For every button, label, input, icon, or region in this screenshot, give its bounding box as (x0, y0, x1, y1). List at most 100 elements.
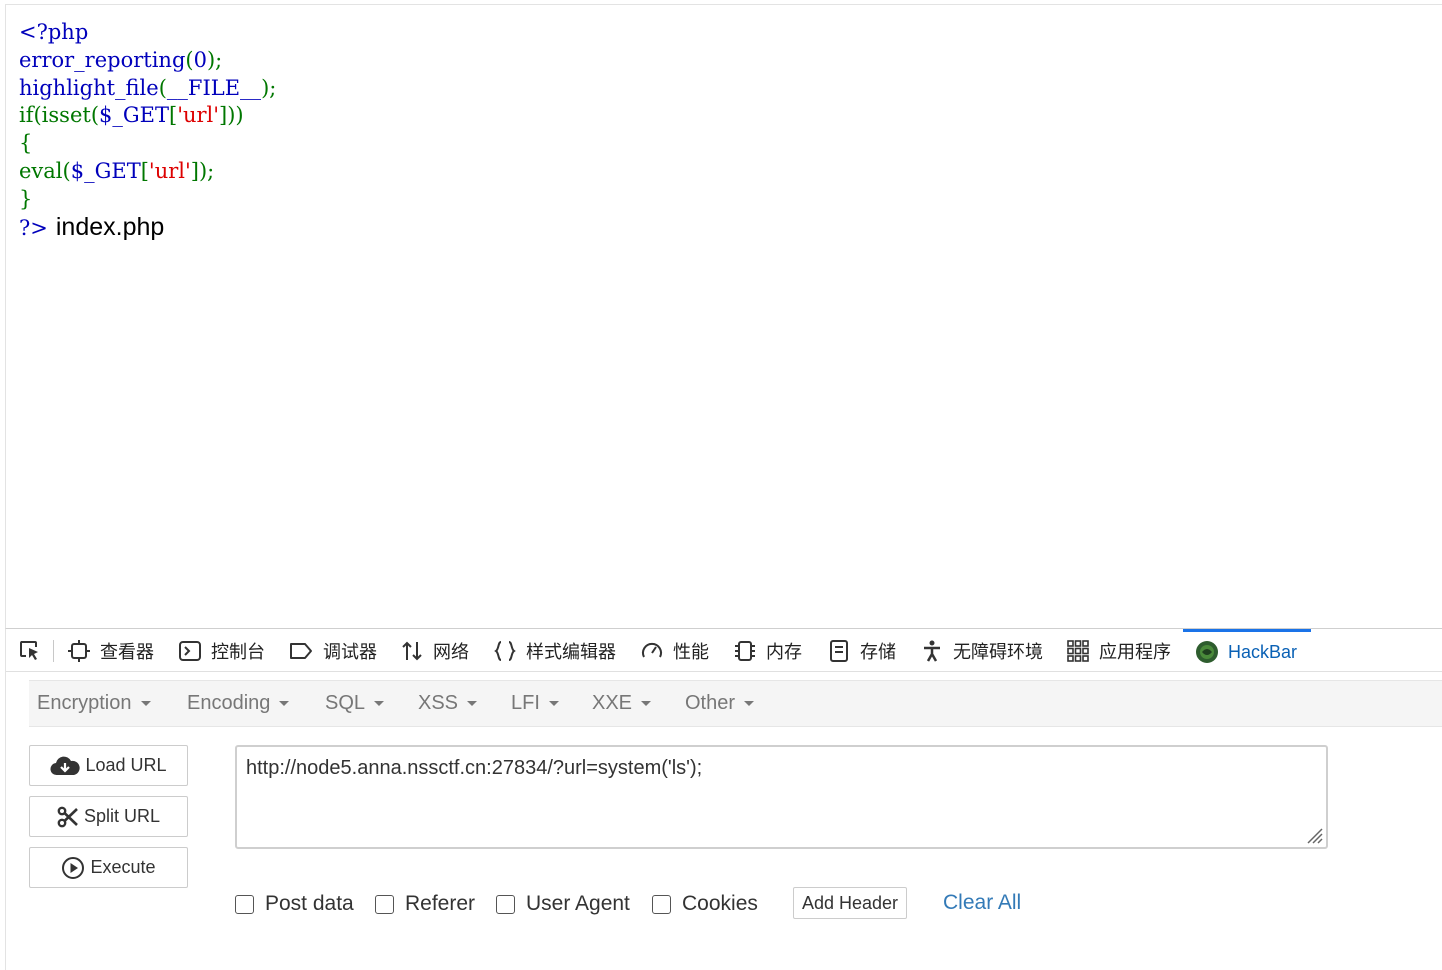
page-content: <?php error_reporting(0); highlight_file(_… (5, 4, 1442, 628)
code-line: eval($_GET['url']); (19, 158, 276, 186)
code-token: ?> (19, 215, 48, 240)
tab-network[interactable]: 网络 (400, 629, 469, 672)
code-token: error_reporting (19, 47, 186, 72)
code-token: ( (62, 158, 71, 183)
code-line: error_reporting(0); (19, 47, 276, 75)
code-line: <?php (19, 19, 276, 47)
hackbar-icon (1196, 641, 1218, 663)
tab-style-editor[interactable]: 样式编辑器 (493, 629, 616, 672)
user-agent-checkbox[interactable]: User Agent (496, 892, 630, 916)
execute-button[interactable]: Execute (29, 847, 188, 888)
memory-icon (735, 640, 755, 661)
button-label: Load URL (85, 755, 167, 775)
tab-hackbar[interactable]: HackBar (1183, 629, 1311, 672)
network-icon (402, 641, 422, 660)
caret-down-icon (641, 701, 652, 706)
code-token: $_GET (70, 158, 141, 183)
tab-console[interactable]: 控制台 (178, 629, 265, 672)
tab-performance[interactable]: 性能 (640, 629, 709, 672)
post-data-checkbox[interactable]: Post data (235, 892, 354, 916)
scissors-icon (57, 806, 78, 827)
split-url-button[interactable]: Split URL (29, 796, 188, 837)
tab-label: 性能 (673, 641, 709, 662)
tab-accessibility[interactable]: 无障碍环境 (920, 629, 1043, 672)
devtools-toolbar: 查看器 控制台 调试器 网络 样式编辑器 性能 内存 存储 无障碍环境 应用程序… (6, 629, 1442, 672)
menu-label: XSS (418, 692, 459, 714)
tab-label: 内存 (766, 641, 802, 662)
resize-handle-icon[interactable] (1302, 823, 1324, 845)
code-token: <?php (19, 20, 89, 44)
code-token: if(isset (19, 103, 91, 128)
code-line: if(isset($_GET['url'])) (19, 102, 276, 130)
menu-label: Other (685, 692, 736, 714)
play-circle-icon (62, 856, 85, 879)
tab-storage[interactable]: 存储 (827, 629, 896, 672)
checkbox-label: Post data (265, 892, 354, 915)
tab-debugger[interactable]: 调试器 (288, 629, 377, 672)
menu-xxe[interactable]: XXE (592, 681, 652, 726)
tab-label: 调试器 (323, 641, 377, 662)
menu-label: Encryption (37, 692, 132, 714)
tab-memory[interactable]: 内存 (733, 629, 802, 672)
checkbox-box[interactable] (652, 894, 671, 914)
code-token: { (19, 131, 33, 156)
page-output-text: index.php (55, 212, 165, 241)
performance-icon (642, 642, 662, 657)
inspector-icon (68, 639, 90, 662)
tab-application[interactable]: 应用程序 (1066, 629, 1171, 672)
element-picker-button[interactable] (18, 629, 51, 672)
tab-label: 查看器 (100, 641, 154, 662)
toolbar-divider (53, 640, 54, 662)
tab-label: 无障碍环境 (953, 641, 1043, 662)
code-token: __FILE__ (166, 75, 262, 100)
code-token: $_GET (99, 103, 170, 128)
cookies-checkbox[interactable]: Cookies (652, 892, 758, 916)
style-editor-icon (494, 640, 516, 661)
referer-checkbox[interactable]: Referer (375, 892, 475, 916)
caret-down-icon (467, 701, 478, 706)
code-token: ( (158, 75, 167, 100)
checkbox-box[interactable] (496, 894, 515, 914)
menu-other[interactable]: Other (685, 681, 755, 726)
checkbox-box[interactable] (235, 894, 254, 914)
menu-label: XXE (592, 692, 633, 714)
checkbox-box[interactable] (375, 894, 394, 914)
checkbox-label: User Agent (526, 892, 630, 915)
caret-down-icon (744, 701, 755, 706)
menu-encryption[interactable]: Encryption (37, 681, 151, 726)
button-label: Execute (90, 857, 156, 877)
code-token: ( (90, 103, 100, 128)
checkbox-label: Cookies (682, 892, 758, 915)
code-token: 0 (193, 47, 207, 72)
code-line: { (19, 130, 276, 158)
add-header-button[interactable]: Add Header (793, 887, 907, 919)
url-value: http://node5.anna.nssctf.cn:27834/?url=s… (246, 757, 703, 779)
element-picker-icon (20, 640, 38, 660)
cloud-download-icon (50, 756, 81, 775)
load-url-button[interactable]: Load URL (29, 745, 188, 786)
code-token: 'url' (177, 103, 220, 128)
code-token: ( (185, 47, 194, 72)
tab-label: HackBar (1228, 641, 1298, 662)
menu-lfi[interactable]: LFI (511, 681, 559, 726)
menu-label: SQL (325, 692, 366, 714)
code-token: ); (261, 75, 277, 100)
code-token: highlight_file (19, 75, 159, 100)
hackbar-menu: Encryption Encoding SQL XSS LFI XXE Othe… (29, 680, 1442, 727)
devtools-panel: 查看器 控制台 调试器 网络 样式编辑器 性能 内存 存储 无障碍环境 应用程序… (5, 628, 1442, 970)
menu-encoding[interactable]: Encoding (187, 681, 290, 726)
console-icon (179, 640, 201, 661)
tab-inspector[interactable]: 查看器 (67, 629, 154, 672)
caret-down-icon (279, 701, 290, 706)
tab-label: 应用程序 (1099, 641, 1171, 662)
code-token: 'url' (148, 158, 191, 183)
tab-label: 样式编辑器 (526, 641, 616, 662)
menu-sql[interactable]: SQL (325, 681, 385, 726)
clear-all-link[interactable]: Clear All (943, 891, 1021, 915)
checkbox-label: Referer (405, 892, 476, 915)
code-token: } (19, 186, 33, 211)
menu-xss[interactable]: XSS (418, 681, 478, 726)
code-line: } (19, 186, 276, 214)
url-textarea[interactable]: http://node5.anna.nssctf.cn:27834/?url=s… (235, 745, 1328, 849)
menu-label: LFI (511, 692, 540, 714)
